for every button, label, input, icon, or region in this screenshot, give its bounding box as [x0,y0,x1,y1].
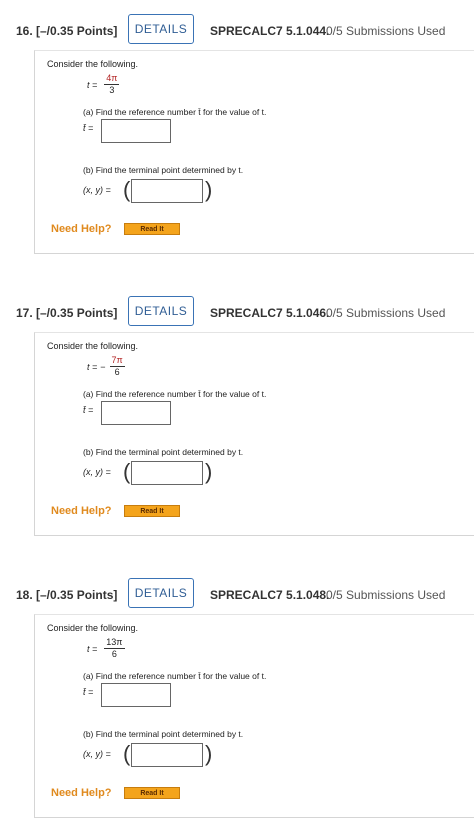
reference-number-input[interactable] [101,119,171,143]
terminal-point-input[interactable] [131,179,203,203]
left-paren: ( [123,741,131,766]
need-help-label: Need Help? [51,505,112,517]
xy-label: (x, y) = [83,467,111,477]
question-number-points: 17. [–/0.35 Points] [16,306,118,320]
read-it-button[interactable]: Read It [124,505,180,517]
problem-code: SPRECALC7 5.1.044. [210,24,330,38]
t-denominator: 3 [109,85,115,95]
question-number-points: 18. [–/0.35 Points] [16,588,118,602]
submissions-used: 0/5 Submissions Used [326,588,446,602]
t-label: t = [87,79,98,90]
tbar-label: t̄ = [83,405,94,415]
t-denominator: 6 [111,649,117,659]
t-fraction: 7π 6 [109,355,125,378]
question-header: 16. [–/0.35 Points] DETAILS SPRECALC7 5.… [0,14,474,48]
details-button[interactable]: DETAILS [128,14,194,44]
right-paren: ) [205,459,213,484]
terminal-point-input[interactable] [131,743,203,767]
t-denominator: 6 [114,367,120,377]
t-numerator: 13π [104,637,125,649]
details-button[interactable]: DETAILS [128,578,194,608]
details-button[interactable]: DETAILS [128,296,194,326]
right-paren: ) [205,741,213,766]
submissions-used: 0/5 Submissions Used [326,24,446,38]
consider-text: Consider the following. [47,59,139,69]
t-expression: t = 13π 6 [87,637,125,660]
question-body: Consider the following. t = 4π 3 (a) Fin… [34,50,474,254]
part-b-text: (b) Find the terminal point determined b… [83,729,244,739]
problem-code: SPRECALC7 5.1.046. [210,306,330,320]
problem-code: SPRECALC7 5.1.048. [210,588,330,602]
t-fraction: 4π 3 [104,73,120,96]
need-help-label: Need Help? [51,787,112,799]
right-paren: ) [205,177,213,202]
left-paren: ( [123,177,131,202]
part-b-text: (b) Find the terminal point determined b… [83,447,244,457]
t-label: t = [87,643,98,654]
tbar-label: t̄ = [83,687,94,697]
submissions-used: 0/5 Submissions Used [326,306,446,320]
t-sign: − [100,361,106,372]
t-expression: t = − 7π 6 [87,355,125,378]
t-fraction: 13π 6 [104,637,125,660]
part-a-text: (a) Find the reference number t̄ for the… [83,107,267,117]
read-it-button[interactable]: Read It [124,223,180,235]
read-it-button[interactable]: Read It [124,787,180,799]
tbar-label: t̄ = [83,123,94,133]
part-a-text: (a) Find the reference number t̄ for the… [83,671,267,681]
part-b-text: (b) Find the terminal point determined b… [83,165,244,175]
xy-label: (x, y) = [83,749,111,759]
reference-number-input[interactable] [101,401,171,425]
t-expression: t = 4π 3 [87,73,120,96]
need-help-label: Need Help? [51,223,112,235]
question-header: 17. [–/0.35 Points] DETAILS SPRECALC7 5.… [0,296,474,330]
xy-label: (x, y) = [83,185,111,195]
terminal-point-input[interactable] [131,461,203,485]
question-body: Consider the following. t = 13π 6 (a) Fi… [34,614,474,818]
consider-text: Consider the following. [47,623,139,633]
part-a-text: (a) Find the reference number t̄ for the… [83,389,267,399]
question-header: 18. [–/0.35 Points] DETAILS SPRECALC7 5.… [0,578,474,612]
t-numerator: 7π [109,355,125,367]
reference-number-input[interactable] [101,683,171,707]
question-body: Consider the following. t = − 7π 6 (a) F… [34,332,474,536]
t-label: t = [87,361,98,372]
consider-text: Consider the following. [47,341,139,351]
left-paren: ( [123,459,131,484]
t-numerator: 4π [104,73,120,85]
question-number-points: 16. [–/0.35 Points] [16,24,118,38]
